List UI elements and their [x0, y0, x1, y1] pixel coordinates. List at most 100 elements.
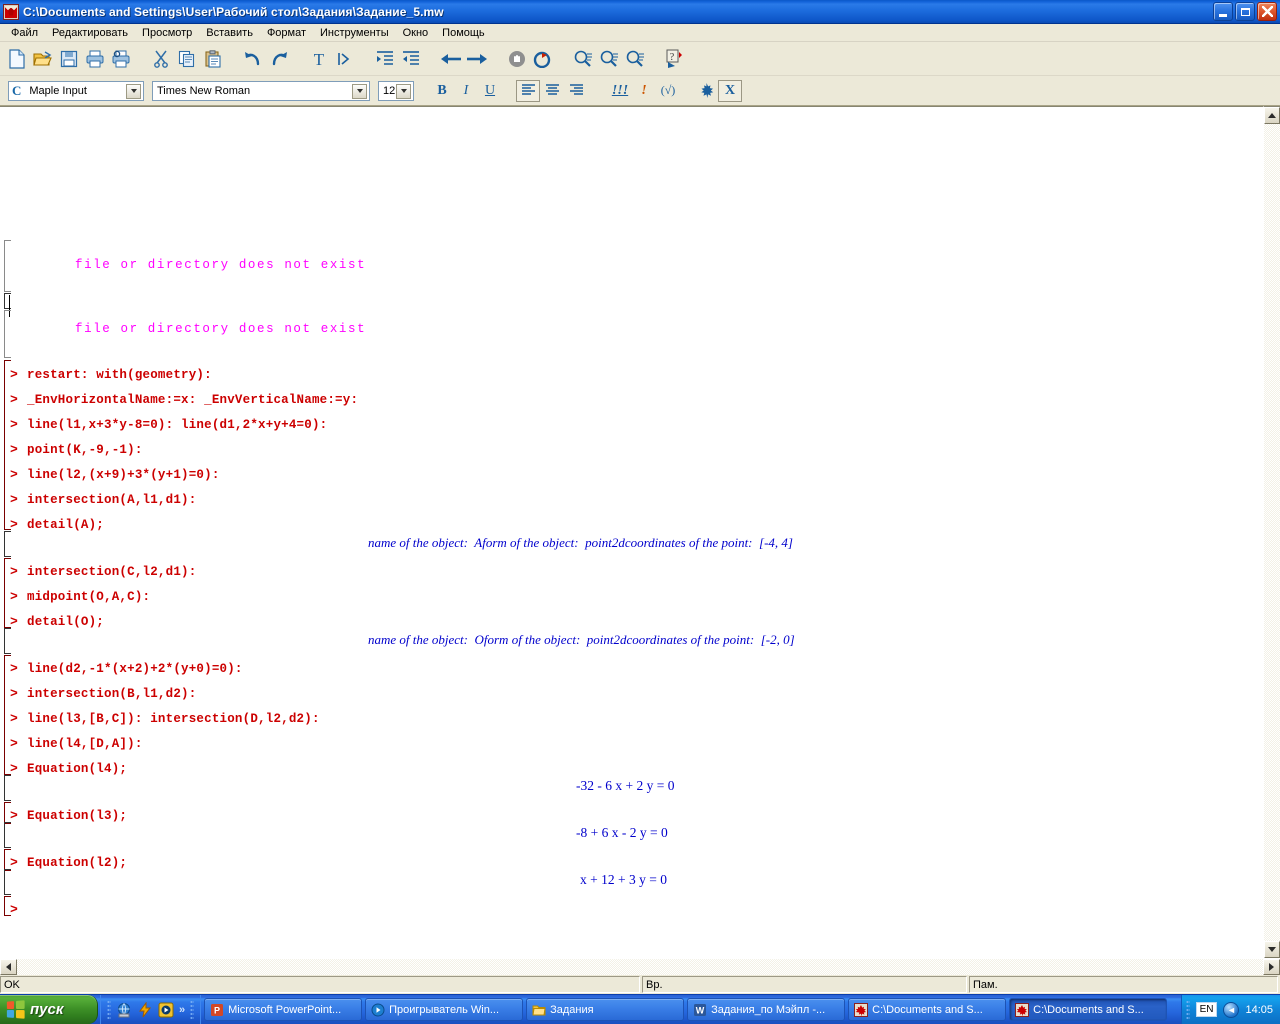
taskbar-item-powerpoint[interactable]: P Microsoft PowerPoint...: [204, 998, 363, 1021]
minimize-button[interactable]: [1213, 2, 1233, 21]
zoom-plus-icon[interactable]: [622, 46, 648, 72]
worksheet-canvas[interactable]: file or directory does not exist file or…: [0, 106, 1263, 958]
drag-grip[interactable]: [107, 999, 111, 1020]
vertical-scrollbar[interactable]: [1263, 106, 1280, 958]
chevron-down-icon[interactable]: [396, 83, 411, 99]
check-button[interactable]: (√): [656, 80, 680, 102]
horizontal-scrollbar[interactable]: [0, 958, 1280, 975]
exclaim-button[interactable]: !: [632, 80, 656, 102]
forward-arrow-icon[interactable]: [464, 46, 490, 72]
code-line[interactable]: line(l4,[D,A]):: [27, 737, 143, 752]
drag-grip[interactable]: [1185, 999, 1190, 1020]
close-section-button[interactable]: X: [718, 79, 742, 102]
quick-launch-overflow-chevron[interactable]: »: [179, 1004, 185, 1016]
code-line[interactable]: midpoint(O,A,C):: [27, 590, 150, 605]
size-combo[interactable]: 12: [378, 80, 414, 101]
code-line[interactable]: Equation(l2);: [27, 856, 127, 871]
language-indicator[interactable]: EN: [1195, 1002, 1218, 1017]
scroll-right-button[interactable]: [1263, 959, 1280, 975]
zoom-minus-icon[interactable]: [570, 46, 596, 72]
exclaim-all-button[interactable]: !!!: [608, 80, 632, 102]
cut-scissors-icon[interactable]: [148, 46, 174, 72]
save-icon[interactable]: [56, 46, 82, 72]
winamp-icon[interactable]: [137, 1001, 153, 1018]
group-bracket[interactable]: [4, 310, 11, 358]
bold-button[interactable]: B: [430, 80, 454, 102]
code-line[interactable]: Equation(l3);: [27, 809, 127, 824]
code-line[interactable]: _EnvHorizontalName:=x: _EnvVerticalName:…: [27, 393, 358, 408]
drag-grip[interactable]: [190, 999, 195, 1020]
menu-item-help[interactable]: Помощь: [435, 26, 492, 40]
taskbar-item-maple-2-active[interactable]: C:\Documents and S...: [1009, 998, 1168, 1021]
taskbar-item-word[interactable]: W Задания_по Мэйпл -...: [687, 998, 846, 1021]
menu-item-edit[interactable]: Редактировать: [45, 26, 135, 40]
code-line[interactable]: detail(O);: [27, 615, 104, 630]
undo-arrow-icon[interactable]: [240, 46, 266, 72]
group-bracket-output[interactable]: [4, 869, 11, 895]
maximize-button[interactable]: [1235, 2, 1255, 21]
scroll-left-button[interactable]: [0, 959, 17, 975]
group-bracket-output[interactable]: [4, 822, 11, 848]
menu-item-format[interactable]: Формат: [260, 26, 313, 40]
text-mode-icon[interactable]: T: [306, 46, 332, 72]
italic-button[interactable]: I: [454, 80, 478, 102]
math-prompt-icon[interactable]: [332, 46, 358, 72]
chevron-down-icon[interactable]: [126, 83, 141, 99]
show-desktop-icon[interactable]: [116, 1002, 132, 1018]
print-icon[interactable]: [82, 46, 108, 72]
code-line[interactable]: intersection(C,l2,d1):: [27, 565, 196, 580]
code-line[interactable]: restart: with(geometry):: [27, 368, 212, 383]
scroll-up-button[interactable]: [1264, 107, 1280, 124]
indent-increase-icon[interactable]: [372, 46, 398, 72]
code-line[interactable]: line(l1,x+3*y-8=0): line(d1,2*x+y+4=0):: [27, 418, 327, 433]
code-line[interactable]: line(l2,(x+9)+3*(y+1)=0):: [27, 468, 220, 483]
volume-icon[interactable]: ◄: [1223, 1001, 1240, 1018]
align-right-icon[interactable]: [564, 80, 588, 102]
maple-leaf-icon[interactable]: [694, 80, 718, 102]
zoom-100-icon[interactable]: [596, 46, 622, 72]
taskbar-item-media-player[interactable]: Проигрыватель Win...: [365, 998, 524, 1021]
menu-item-file[interactable]: Файл: [4, 26, 45, 40]
align-left-icon[interactable]: [516, 79, 540, 102]
underline-button[interactable]: U: [478, 80, 502, 102]
open-folder-icon[interactable]: [30, 46, 56, 72]
horizontal-scroll-track[interactable]: [17, 959, 1263, 975]
restart-kernel-icon[interactable]: [530, 46, 556, 72]
menu-item-insert[interactable]: Вставить: [199, 26, 260, 40]
vertical-scroll-track[interactable]: [1264, 124, 1280, 941]
start-button[interactable]: пуск: [0, 995, 98, 1024]
group-bracket-output[interactable]: [4, 531, 11, 557]
group-bracket-output[interactable]: [4, 775, 11, 801]
paste-icon[interactable]: [200, 46, 226, 72]
code-line[interactable]: Equation(l4);: [27, 762, 127, 777]
code-line[interactable]: intersection(B,l1,d2):: [27, 687, 196, 702]
redo-arrow-icon[interactable]: [266, 46, 292, 72]
code-line[interactable]: detail(A);: [27, 518, 104, 533]
close-button[interactable]: [1257, 2, 1277, 21]
print-preview-icon[interactable]: [108, 46, 134, 72]
taskbar-clock[interactable]: 14:05: [1245, 1004, 1273, 1016]
group-bracket[interactable]: [4, 240, 11, 292]
code-line[interactable]: line(l3,[B,C]): intersection(D,l2,d2):: [27, 712, 320, 727]
indent-decrease-icon[interactable]: [398, 46, 424, 72]
new-document-icon[interactable]: [4, 46, 30, 72]
code-line[interactable]: point(K,-9,-1):: [27, 443, 143, 458]
menu-item-window[interactable]: Окно: [396, 26, 436, 40]
scroll-down-button[interactable]: [1264, 941, 1280, 958]
media-player-icon[interactable]: [158, 1002, 174, 1018]
group-bracket-output[interactable]: [4, 628, 11, 654]
code-line[interactable]: line(d2,-1*(x+2)+2*(y+0)=0):: [27, 662, 243, 677]
taskbar-item-folder[interactable]: Задания: [526, 998, 685, 1021]
copy-icon[interactable]: [174, 46, 200, 72]
menu-item-tools[interactable]: Инструменты: [313, 26, 396, 40]
maple-help-icon[interactable]: ?: [662, 46, 688, 72]
code-line[interactable]: intersection(A,l1,d1):: [27, 493, 196, 508]
chevron-down-icon[interactable]: [352, 83, 367, 99]
menu-item-view[interactable]: Просмотр: [135, 26, 199, 40]
back-arrow-icon[interactable]: [438, 46, 464, 72]
taskbar-item-maple-1[interactable]: C:\Documents and S...: [848, 998, 1007, 1021]
style-combo[interactable]: C Maple Input: [8, 80, 144, 101]
align-center-icon[interactable]: [540, 80, 564, 102]
stop-hand-icon[interactable]: [504, 46, 530, 72]
font-combo[interactable]: Times New Roman: [152, 80, 370, 101]
